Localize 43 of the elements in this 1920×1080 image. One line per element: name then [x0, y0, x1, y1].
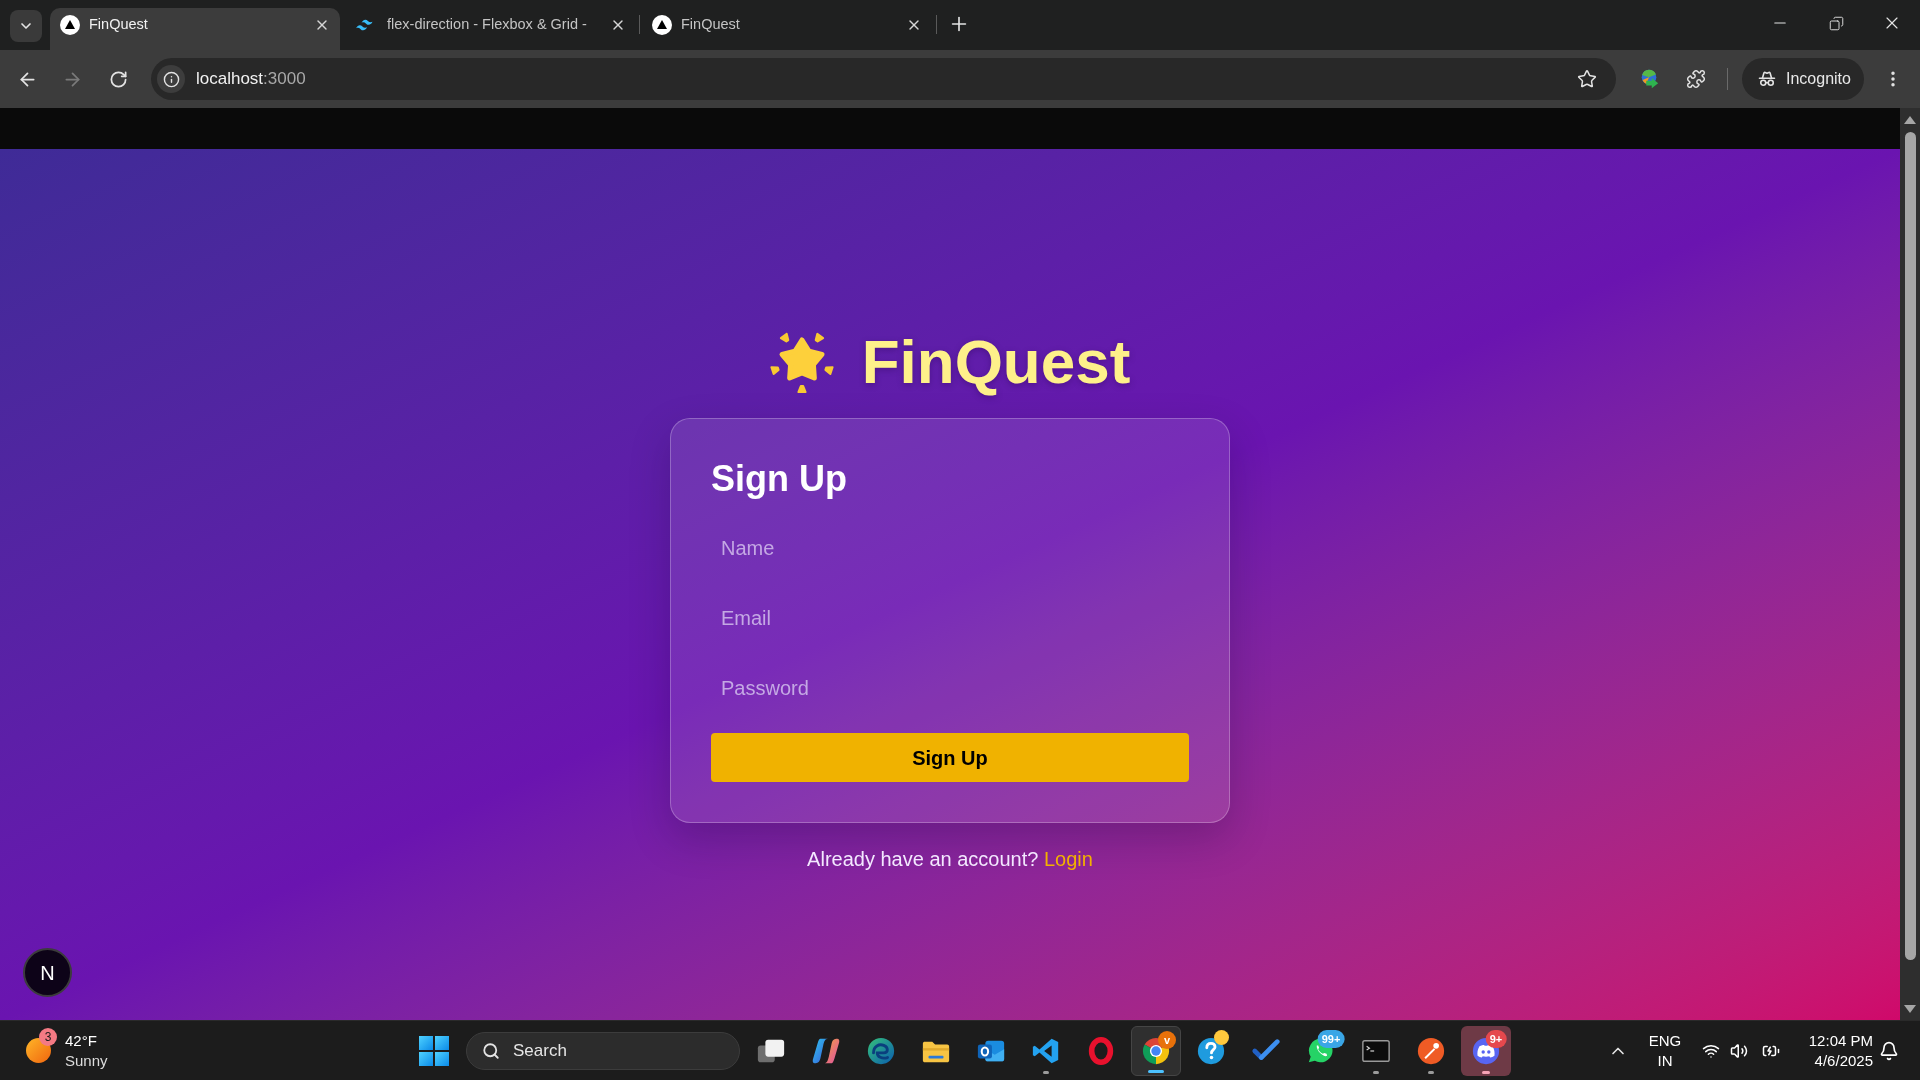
address-bar[interactable]: localhost:3000 [151, 58, 1616, 100]
pen-circle-icon [1416, 1035, 1446, 1066]
input-field[interactable]: Name [711, 523, 1189, 573]
input-field[interactable]: Email [711, 593, 1189, 643]
search-icon [482, 1041, 500, 1060]
taskbar-button[interactable]: 9+ [1461, 1025, 1511, 1076]
restore-icon[interactable] [1828, 15, 1844, 31]
count-badge: 9+ [1485, 1029, 1507, 1048]
dev-tools-button[interactable]: N [23, 948, 72, 997]
count-badge: v [1158, 1030, 1176, 1049]
incognito-icon [1757, 69, 1777, 89]
login-prompt: Already have an account? Login [807, 847, 1093, 872]
extensions-icon[interactable] [1686, 69, 1706, 89]
weather-widget[interactable]: 3 42°F Sunny [16, 1025, 146, 1076]
scroll-up-icon[interactable] [1904, 116, 1916, 124]
scrollbar[interactable] [1900, 108, 1920, 1020]
volume-icon[interactable] [1730, 1041, 1748, 1060]
triangle-logo-icon [652, 15, 672, 35]
site-info-icon[interactable] [157, 65, 185, 93]
browser-tab[interactable]: FinQuest [642, 8, 932, 50]
ring-icon [1086, 1035, 1116, 1066]
signup-button[interactable]: Sign Up [711, 733, 1189, 782]
reload-icon[interactable] [108, 69, 128, 89]
triangle-logo-icon [60, 15, 80, 35]
browser-tab[interactable]: flex-direction - Flexbox & Grid - [346, 8, 636, 50]
incognito-button[interactable]: Incognito [1742, 58, 1864, 100]
bell-icon[interactable] [1879, 1040, 1899, 1061]
language-indicator[interactable]: ENG IN [1643, 1030, 1687, 1071]
browser-tab[interactable]: FinQuest [50, 8, 340, 50]
count-badge: 3 [39, 1028, 57, 1046]
form-title: Sign Up [711, 459, 848, 499]
login-link[interactable]: Login [1043, 848, 1093, 870]
tab-list-button[interactable] [10, 10, 42, 42]
input-field[interactable]: Password [711, 663, 1189, 713]
scrollbar-thumb[interactable] [1904, 132, 1916, 960]
sparkling-star-icon [769, 330, 834, 394]
count-badge: 99+ [1317, 1029, 1345, 1048]
windows-logo-icon[interactable] [419, 1035, 449, 1066]
taskbar-search[interactable]: Search [466, 1031, 740, 1070]
swirl-circle-icon [866, 1035, 896, 1066]
clock[interactable]: 12:04 PM 4/6/2025 [1793, 1030, 1873, 1071]
bookmark-star-icon[interactable] [1577, 69, 1597, 89]
scroll-down-icon[interactable] [1904, 1005, 1916, 1013]
